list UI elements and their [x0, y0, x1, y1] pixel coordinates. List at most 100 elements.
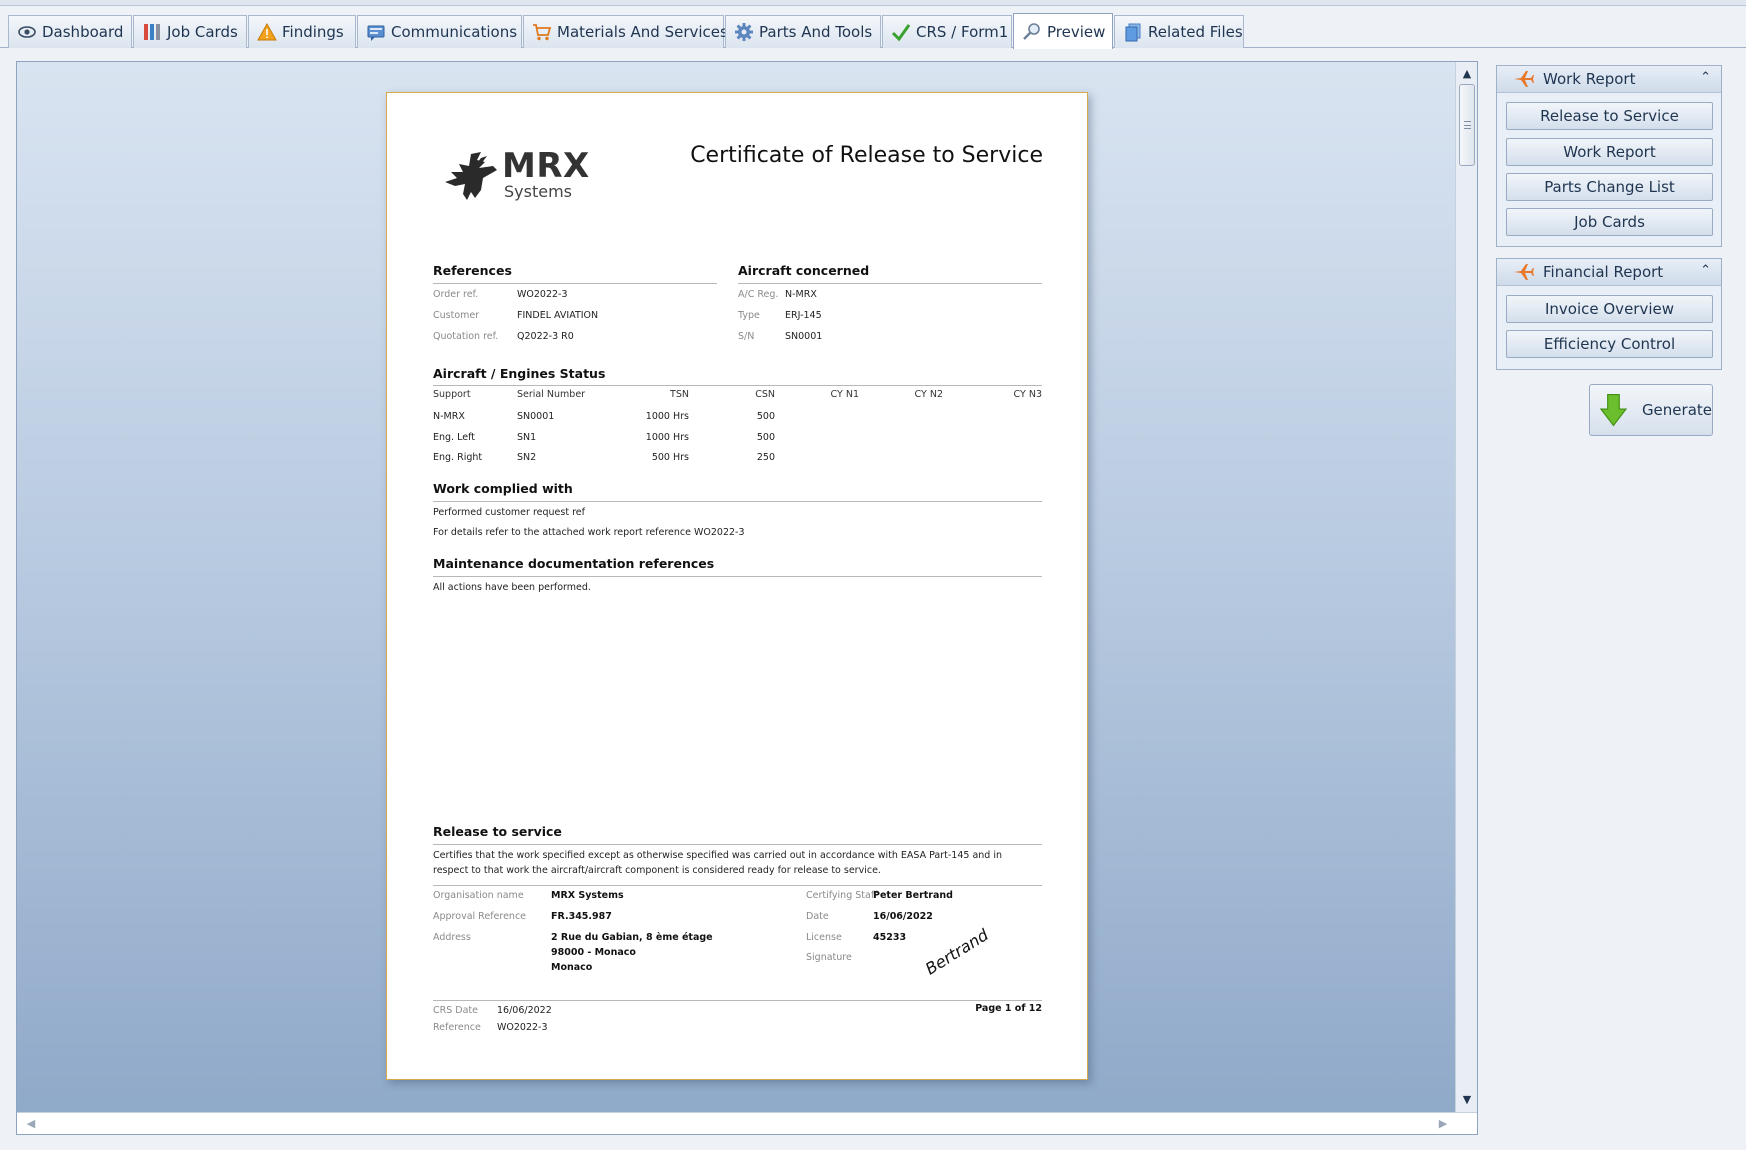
scroll-up-icon[interactable]: ▲: [1456, 64, 1477, 84]
cell-serial: SN1: [517, 432, 537, 443]
logo-subtitle: Systems: [504, 182, 572, 201]
tab-crs-form1[interactable]: CRS / Form1: [882, 15, 1012, 48]
reference-label: Reference: [433, 1022, 481, 1033]
generate-button[interactable]: Generate: [1589, 384, 1713, 436]
scroll-right-icon[interactable]: ▶: [1433, 1113, 1453, 1134]
airplane-icon: [1514, 264, 1534, 280]
address-line-1: 2 Rue du Gabian, 8 ème étage: [551, 932, 713, 943]
divider: [433, 385, 1042, 386]
cell-tsn: 500 Hrs: [651, 452, 689, 463]
aircraft-heading: Aircraft concerned: [738, 263, 870, 278]
release-to-service-button[interactable]: Release to Service: [1506, 102, 1713, 130]
efficiency-control-button[interactable]: Efficiency Control: [1506, 330, 1713, 358]
tab-label: Job Cards: [167, 23, 238, 41]
maintenance-heading: Maintenance documentation references: [433, 556, 715, 571]
warning-icon: [257, 22, 277, 42]
release-statement-line-1: Certifies that the work specified except…: [433, 850, 1003, 861]
work-report-group: Work Report ⌃ Release to Service Work Re…: [1496, 65, 1722, 247]
org-name-value: MRX Systems: [551, 890, 624, 901]
window-top-border: [0, 0, 1746, 6]
cell-tsn: 1000 Hrs: [645, 432, 689, 443]
quotation-ref-label: Quotation ref.: [433, 331, 499, 342]
financial-report-header[interactable]: Financial Report ⌃: [1497, 259, 1721, 286]
maintenance-text: All actions have been performed.: [433, 582, 591, 593]
quotation-ref-value: Q2022-3 R0: [517, 331, 574, 342]
tab-job-cards[interactable]: Job Cards: [133, 15, 247, 48]
certifying-staff-label: Certifying Staff: [806, 890, 878, 901]
tab-strip: Dashboard Job Cards Findings Communicati…: [0, 13, 1746, 49]
tab-materials-and-services[interactable]: Materials And Services: [523, 15, 728, 48]
address-label: Address: [433, 932, 471, 943]
document-preview[interactable]: MRX Systems Certificate of Release to Se…: [16, 61, 1478, 1135]
reference-value: WO2022-3: [497, 1022, 548, 1033]
ac-reg-value: N-MRX: [785, 289, 817, 300]
tab-label: Parts And Tools: [759, 23, 873, 41]
work-line: For details refer to the attached work r…: [433, 527, 745, 538]
grip-icon: [1464, 121, 1471, 129]
approval-ref-value: FR.345.987: [551, 911, 612, 922]
collapse-icon[interactable]: ⌃: [1700, 263, 1711, 278]
cell-csn: 250: [756, 452, 775, 463]
divider: [433, 885, 1042, 886]
horizontal-scrollbar[interactable]: ◀ ▶: [17, 1112, 1477, 1134]
job-cards-button[interactable]: Job Cards: [1506, 208, 1713, 236]
document-title: Certificate of Release to Service: [690, 143, 1043, 168]
collapse-icon[interactable]: ⌃: [1700, 70, 1711, 85]
page-number: Page 1 of 12: [975, 1003, 1042, 1014]
tab-related-files[interactable]: Related Files: [1114, 15, 1244, 48]
financial-report-group: Financial Report ⌃ Invoice Overview Effi…: [1496, 258, 1722, 370]
col-cy-n2: CY N2: [914, 389, 943, 400]
cell-support: Eng. Left: [433, 432, 475, 443]
work-report-button[interactable]: Work Report: [1506, 138, 1713, 166]
references-heading: References: [433, 263, 512, 278]
tab-preview[interactable]: Preview: [1013, 13, 1113, 49]
tab-dashboard[interactable]: Dashboard: [8, 15, 132, 48]
cell-support: Eng. Right: [433, 452, 483, 463]
tab-label: Communications: [391, 23, 518, 41]
crs-date-value: 16/06/2022: [497, 1005, 552, 1016]
scroll-thumb[interactable]: [1459, 84, 1475, 166]
scroll-left-icon[interactable]: ◀: [21, 1113, 41, 1134]
signature-label: Signature: [806, 952, 852, 963]
certifying-staff-value: Peter Bertrand: [873, 890, 953, 901]
tab-parts-and-tools[interactable]: Parts And Tools: [725, 15, 881, 48]
date-label: Date: [806, 911, 829, 922]
griffin-logo-icon: [445, 152, 497, 200]
down-arrow-icon: [1599, 393, 1628, 427]
divider: [433, 576, 1042, 577]
tab-label: Preview: [1047, 22, 1106, 41]
tab-communications[interactable]: Communications: [357, 15, 522, 48]
sn-label: S/N: [738, 331, 755, 342]
cell-serial: SN2: [517, 452, 537, 463]
tab-label: Dashboard: [42, 23, 124, 41]
work-report-title: Work Report: [1543, 70, 1636, 88]
invoice-overview-button[interactable]: Invoice Overview: [1506, 295, 1713, 323]
work-heading: Work complied with: [433, 481, 573, 496]
sn-value: SN0001: [785, 331, 823, 342]
cell-csn: 500: [756, 432, 775, 443]
tab-findings[interactable]: Findings: [248, 15, 356, 48]
scroll-down-icon[interactable]: ▼: [1456, 1090, 1477, 1110]
col-tsn: TSN: [670, 389, 689, 400]
release-statement-line-2: respect to that work the aircraft/aircra…: [433, 865, 881, 876]
col-support: Support: [433, 389, 471, 400]
divider: [433, 501, 1042, 502]
tab-label: Findings: [282, 23, 344, 41]
vertical-scrollbar[interactable]: ▲ ▼: [1455, 62, 1477, 1112]
eye-icon: [17, 22, 37, 42]
order-ref-value: WO2022-3: [517, 289, 568, 300]
divider: [433, 1000, 1042, 1001]
type-label: Type: [738, 310, 760, 321]
airplane-icon: [1514, 71, 1534, 87]
cart-icon: [532, 22, 552, 42]
type-value: ERJ-145: [785, 310, 822, 321]
work-report-header[interactable]: Work Report ⌃: [1497, 66, 1721, 93]
parts-change-list-button[interactable]: Parts Change List: [1506, 173, 1713, 201]
cell-tsn: 1000 Hrs: [645, 411, 689, 422]
col-cy-n3: CY N3: [1013, 389, 1042, 400]
job-cards-icon: [142, 22, 162, 42]
tab-label: Materials And Services: [557, 23, 728, 41]
generate-label: Generate: [1641, 401, 1712, 419]
magnifier-icon: [1022, 22, 1042, 42]
license-value: 45233: [873, 932, 907, 943]
